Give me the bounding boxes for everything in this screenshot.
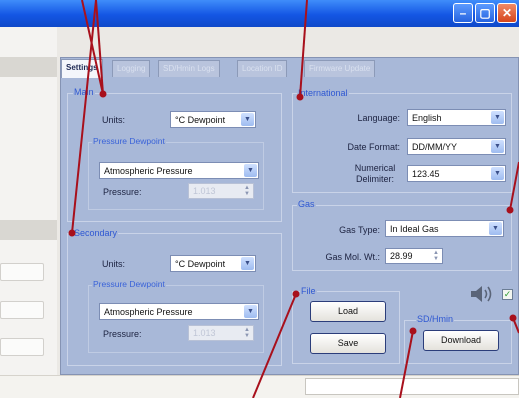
- international-group-legend: International: [297, 88, 349, 99]
- chevron-down-icon[interactable]: ▼: [241, 113, 254, 126]
- main-pressure-mode-select[interactable]: Atmospheric Pressure ▼: [99, 162, 259, 179]
- gas-mol-wt-spinner[interactable]: 28.99 ▲ ▼: [385, 248, 443, 264]
- numerical-delimiter-label: Numerical Delimiter:: [350, 163, 400, 185]
- numerical-delimiter-select[interactable]: 123.45 ▼: [407, 165, 506, 182]
- spinner-arrows-icon[interactable]: ▲ ▼: [243, 327, 251, 339]
- tab-firmware-update[interactable]: Firmware Update: [304, 60, 376, 77]
- numerical-delimiter-value: 123.45: [412, 169, 440, 179]
- secondary-units-value: °C Dewpoint: [175, 259, 226, 269]
- main-units-value: °C Dewpoint: [175, 115, 226, 125]
- secondary-pressure-value: 1.013: [193, 328, 216, 338]
- left-pane-button[interactable]: [0, 301, 44, 319]
- save-button[interactable]: Save: [310, 333, 386, 354]
- sdhmin-group-legend: SD/Hmin: [416, 314, 455, 325]
- left-pane-button[interactable]: [0, 263, 44, 281]
- main-pressure-label: Pressure:: [103, 187, 142, 197]
- language-value: English: [412, 113, 442, 123]
- speaker-icon[interactable]: [469, 284, 495, 304]
- status-field: [305, 378, 519, 395]
- left-pane: [0, 27, 57, 398]
- language-label: Language:: [357, 113, 400, 123]
- chevron-down-icon[interactable]: ▼: [491, 111, 504, 124]
- date-format-value: DD/MM/YY: [412, 142, 457, 152]
- download-button[interactable]: Download: [423, 330, 499, 351]
- close-icon[interactable]: ✕: [497, 3, 517, 23]
- secondary-group-legend: Secondary: [73, 228, 119, 239]
- secondary-pressure-spinner[interactable]: 1.013 ▲ ▼: [188, 325, 254, 341]
- numerical-delimiter-label-line1: Numerical: [354, 163, 396, 173]
- checkbox-icon: ✓: [503, 289, 512, 299]
- gas-group-legend: Gas: [297, 199, 316, 210]
- sound-checkbox[interactable]: ✓: [502, 289, 513, 300]
- main-pressure-value: 1.013: [193, 186, 216, 196]
- main-pressure-spinner[interactable]: 1.013 ▲ ▼: [188, 183, 254, 199]
- left-pane-section-header: [0, 220, 57, 240]
- tab-logging[interactable]: Logging: [112, 60, 151, 77]
- chevron-down-icon[interactable]: ▼: [241, 257, 254, 270]
- gas-type-select[interactable]: In Ideal Gas ▼: [385, 220, 504, 237]
- chevron-down-icon[interactable]: ▼: [244, 164, 257, 177]
- spinner-arrows-icon[interactable]: ▲ ▼: [243, 185, 251, 197]
- main-group-legend: Main: [73, 87, 95, 98]
- numerical-delimiter-label-line2: Delimiter:: [355, 174, 394, 184]
- date-format-label: Date Format:: [347, 142, 400, 152]
- maximize-icon[interactable]: ▢: [475, 3, 495, 23]
- language-select[interactable]: English ▼: [407, 109, 506, 126]
- left-pane-button[interactable]: [0, 338, 44, 356]
- gas-type-value: In Ideal Gas: [390, 224, 439, 234]
- window-controls: – ▢ ✕: [453, 3, 517, 23]
- left-pane-header: [0, 57, 57, 77]
- load-button[interactable]: Load: [310, 301, 386, 322]
- file-group-legend: File: [300, 286, 317, 297]
- date-format-select[interactable]: DD/MM/YY ▼: [407, 138, 506, 155]
- tab-location-id[interactable]: Location ID: [237, 60, 288, 77]
- secondary-pressure-dewpoint-legend: Pressure Dewpoint: [92, 279, 166, 289]
- window-title-bar[interactable]: – ▢ ✕: [0, 0, 519, 27]
- chevron-down-icon[interactable]: ▼: [491, 167, 504, 180]
- main-pressure-mode-value: Atmospheric Pressure: [104, 166, 193, 176]
- gas-mol-wt-label: Gas Mol. Wt.:: [325, 252, 380, 262]
- spinner-arrows-icon[interactable]: ▲ ▼: [432, 250, 440, 262]
- main-units-label: Units:: [102, 115, 126, 125]
- gas-mol-wt-value: 28.99: [390, 251, 413, 261]
- tab-settings[interactable]: Settings: [61, 59, 103, 78]
- main-units-select[interactable]: °C Dewpoint ▼: [170, 111, 256, 128]
- secondary-units-label: Units:: [102, 259, 126, 269]
- gas-type-label: Gas Type:: [339, 225, 380, 235]
- secondary-pressure-mode-select[interactable]: Atmospheric Pressure ▼: [99, 303, 259, 320]
- tab-sdhmin-logs[interactable]: SD/Hmin Logs: [158, 60, 220, 77]
- secondary-pressure-mode-value: Atmospheric Pressure: [104, 307, 193, 317]
- secondary-pressure-label: Pressure:: [103, 329, 142, 339]
- chevron-down-icon[interactable]: ▼: [244, 305, 257, 318]
- main-pressure-dewpoint-legend: Pressure Dewpoint: [92, 136, 166, 146]
- minimize-icon[interactable]: –: [453, 3, 473, 23]
- chevron-down-icon[interactable]: ▼: [489, 222, 502, 235]
- secondary-units-select[interactable]: °C Dewpoint ▼: [170, 255, 256, 272]
- chevron-down-icon[interactable]: ▼: [491, 140, 504, 153]
